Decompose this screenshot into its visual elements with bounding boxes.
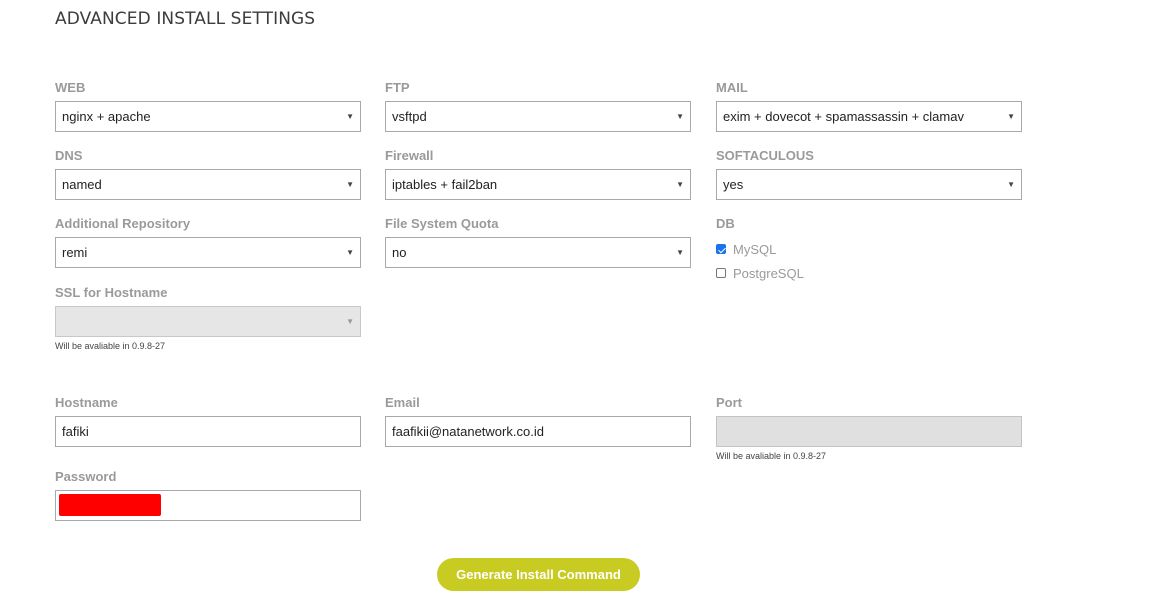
- ssl-label: SSL for Hostname: [55, 285, 168, 300]
- password-label: Password: [55, 469, 117, 484]
- dns-label: DNS: [55, 148, 83, 163]
- quota-field: File System Quota no ▼: [385, 216, 691, 268]
- chevron-down-icon: ▼: [346, 248, 354, 257]
- chevron-down-icon: ▼: [1007, 180, 1015, 189]
- ssl-availability-note: Will be avaliable in 0.9.8-27: [55, 341, 166, 351]
- web-label: WEB: [55, 80, 86, 95]
- port-availability-note: Will be avaliable in 0.9.8-27: [716, 451, 827, 461]
- chevron-down-icon: ▼: [676, 180, 684, 189]
- ftp-field: FTP vsftpd ▼: [385, 80, 691, 132]
- checkbox-checked-icon[interactable]: [716, 244, 726, 254]
- mail-label: MAIL: [716, 80, 748, 95]
- hostname-field: Hostname: [55, 395, 361, 447]
- repo-select-value: remi: [62, 245, 88, 260]
- firewall-label: Firewall: [385, 148, 434, 163]
- repo-label: Additional Repository: [55, 216, 191, 231]
- db-option-mysql[interactable]: MySQL: [716, 237, 1022, 261]
- checkbox-icon[interactable]: [716, 268, 726, 278]
- firewall-field: Firewall iptables + fail2ban ▼: [385, 148, 691, 200]
- email-label: Email: [385, 395, 420, 410]
- chevron-down-icon: ▼: [676, 248, 684, 257]
- quota-label: File System Quota: [385, 216, 499, 231]
- db-field: DB MySQL PostgreSQL: [716, 216, 1022, 285]
- ssl-select: ▼: [55, 306, 361, 337]
- db-option-postgresql-label: PostgreSQL: [733, 265, 804, 281]
- dns-field: DNS named ▼: [55, 148, 361, 200]
- chevron-down-icon: ▼: [676, 112, 684, 121]
- quota-select[interactable]: no ▼: [385, 237, 691, 268]
- softaculous-select[interactable]: yes ▼: [716, 169, 1022, 200]
- ftp-label: FTP: [385, 80, 410, 95]
- db-option-postgresql[interactable]: PostgreSQL: [716, 261, 1022, 285]
- hostname-label: Hostname: [55, 395, 118, 410]
- web-field: WEB nginx + apache ▼: [55, 80, 361, 132]
- ftp-select[interactable]: vsftpd ▼: [385, 101, 691, 132]
- dns-select-value: named: [62, 177, 102, 192]
- hostname-input[interactable]: [55, 416, 361, 447]
- chevron-down-icon: ▼: [346, 317, 354, 326]
- generate-install-command-button[interactable]: Generate Install Command: [437, 558, 640, 591]
- softaculous-field: SOFTACULOUS yes ▼: [716, 148, 1022, 200]
- page-title: ADVANCED INSTALL SETTINGS: [55, 9, 316, 29]
- web-select-value: nginx + apache: [62, 109, 151, 124]
- db-option-mysql-label: MySQL: [733, 241, 777, 257]
- chevron-down-icon: ▼: [346, 112, 354, 121]
- mail-select[interactable]: exim + dovecot + spamassassin + clamav ▼: [716, 101, 1022, 132]
- dns-select[interactable]: named ▼: [55, 169, 361, 200]
- softaculous-select-value: yes: [723, 177, 744, 192]
- ftp-select-value: vsftpd: [392, 109, 427, 124]
- email-input[interactable]: [385, 416, 691, 447]
- quota-select-value: no: [392, 245, 407, 260]
- port-label: Port: [716, 395, 742, 410]
- password-field: Password: [55, 469, 361, 521]
- repo-select[interactable]: remi ▼: [55, 237, 361, 268]
- chevron-down-icon: ▼: [346, 180, 354, 189]
- ssl-field: SSL for Hostname ▼ Will be avaliable in …: [55, 285, 361, 351]
- port-input: [716, 416, 1022, 447]
- firewall-select[interactable]: iptables + fail2ban ▼: [385, 169, 691, 200]
- firewall-select-value: iptables + fail2ban: [392, 177, 498, 192]
- repo-field: Additional Repository remi ▼: [55, 216, 361, 268]
- web-select[interactable]: nginx + apache ▼: [55, 101, 361, 132]
- email-field: Email: [385, 395, 691, 447]
- mail-select-value: exim + dovecot + spamassassin + clamav: [723, 109, 964, 124]
- softaculous-label: SOFTACULOUS: [716, 148, 814, 163]
- chevron-down-icon: ▼: [1007, 112, 1015, 121]
- port-field: Port Will be avaliable in 0.9.8-27: [716, 395, 1022, 461]
- db-label: DB: [716, 216, 735, 231]
- password-redaction: [59, 494, 161, 516]
- mail-field: MAIL exim + dovecot + spamassassin + cla…: [716, 80, 1022, 132]
- password-wrapper: [55, 490, 361, 521]
